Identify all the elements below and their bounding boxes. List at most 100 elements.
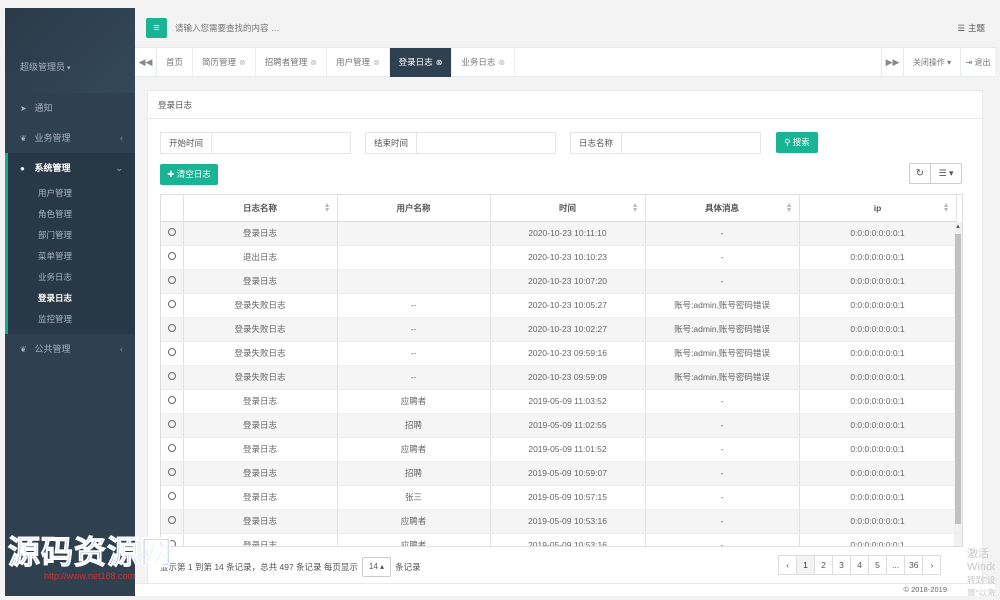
content-panel: 登录日志 开始时间 结束时间 日志名称 ⚲ 搜索 ✚ 清空日志 ↻ ☰ ▾ 日志…: [147, 90, 983, 585]
table-row[interactable]: 登录日志 应聘者 2019-05-09 10:53:16-0:0:0:0:0:0:0…: [161, 533, 957, 546]
scroll-up-icon[interactable]: ▲: [954, 222, 962, 232]
cell-message: -: [645, 509, 800, 534]
page-button[interactable]: ›: [922, 555, 942, 575]
table-row[interactable]: 登录日志 2020-10-23 10:11:10-0:0:0:0:0:0:0:1: [161, 221, 957, 246]
table-row[interactable]: 登录失败日志 -- 2020-10-23 10:05:27 账号:admin,账号密码…: [161, 293, 957, 318]
cell-user-name: 应聘者: [337, 437, 491, 462]
tab-home[interactable]: 首页: [157, 48, 194, 77]
row-radio[interactable]: [167, 444, 176, 452]
sidebar-subitem-departments[interactable]: 部门管理: [8, 225, 135, 246]
columns-toggle-button[interactable]: ☰ ▾: [930, 163, 962, 184]
end-time-input[interactable]: [416, 132, 557, 154]
row-radio[interactable]: [167, 300, 176, 308]
close-circle-icon[interactable]: ⊗: [373, 48, 380, 77]
tab-label: 登录日志: [398, 57, 433, 67]
table-row[interactable]: 登录日志 应聘者 2019-05-09 11:01:52-0:0:0:0:0:0:0…: [161, 437, 957, 462]
table-row[interactable]: 登录日志 2020-10-23 10:07:20-0:0:0:0:0:0:0:1: [161, 269, 957, 294]
tab-login-log[interactable]: 登录日志 ⊗: [389, 48, 453, 77]
table-row[interactable]: 登录日志 应聘者 2019-05-09 10:53:16-0:0:0:0:0:0:0…: [161, 509, 957, 534]
row-radio[interactable]: [167, 228, 176, 236]
sidebar-subitem-roles[interactable]: 角色管理: [8, 204, 135, 225]
cell-user-name: [337, 269, 491, 294]
table-row[interactable]: 登录日志 应聘者 2019-05-09 11:03:52-0:0:0:0:0:0:0…: [161, 389, 957, 414]
sidebar-item-public[interactable]: ❦ 公共管理 ‹: [5, 334, 135, 364]
column-header-label: 用户名称: [396, 202, 431, 213]
scrollbar-thumb[interactable]: [955, 234, 961, 524]
sidebar-subitem-login-log[interactable]: 登录日志: [8, 288, 135, 309]
sidebar-subitem-monitor[interactable]: 监控管理: [8, 309, 135, 330]
table-row[interactable]: 退出日志 2020-10-23 10:10:23-0:0:0:0:0:0:0:1: [161, 245, 957, 270]
start-time-input[interactable]: [211, 132, 352, 154]
log-name-input[interactable]: [621, 132, 762, 154]
page-button[interactable]: ...: [886, 555, 905, 575]
sidebar-subitem-business-log[interactable]: 业务日志: [8, 267, 135, 288]
page-button[interactable]: 2: [814, 555, 833, 575]
sidebar-item-business[interactable]: ❦ 业务管理 ‹: [5, 123, 135, 153]
row-radio[interactable]: [167, 372, 176, 380]
row-radio[interactable]: [167, 348, 176, 356]
column-header-message[interactable]: 具体消息 ▲ ▼: [645, 195, 800, 222]
table-row[interactable]: 登录失败日志 -- 2020-10-23 09:59:16 账号:admin,账号密码…: [161, 341, 957, 366]
tab-business-log[interactable]: 业务日志 ⊗: [452, 48, 516, 77]
table-row[interactable]: 登录失败日志 -- 2020-10-23 09:59:09 账号:admin,账号密码…: [161, 365, 957, 390]
row-radio[interactable]: [167, 420, 176, 428]
sidebar-subitem-users[interactable]: 用户管理: [8, 183, 135, 204]
refresh-icon: ↻: [915, 168, 925, 179]
row-select-cell: [161, 293, 184, 318]
row-radio[interactable]: [167, 252, 176, 260]
row-radio[interactable]: [167, 492, 176, 500]
column-header-log-name[interactable]: 日志名称 ▲ ▼: [183, 195, 338, 222]
user-menu[interactable]: 超级管理员 ▾: [20, 60, 71, 73]
close-circle-icon[interactable]: ⊗: [239, 48, 246, 77]
table-row[interactable]: 登录日志 张三 2019-05-09 10:57:15-0:0:0:0:0:0:0:…: [161, 485, 957, 510]
close-circle-icon[interactable]: ⊗: [310, 48, 317, 77]
tabs-scroll-right-button[interactable]: ▶▶: [881, 48, 903, 77]
page-button[interactable]: 1: [796, 555, 815, 575]
app-frame: 超级管理员 ▾ ➤ 通知 ❦ 业务管理 ‹ ● 系统管理 ⌄ 用户管理 角色管理…: [5, 8, 995, 596]
column-header-label: 具体消息: [704, 202, 739, 213]
sidebar-item-notice[interactable]: ➤ 通知: [5, 93, 135, 123]
row-radio[interactable]: [167, 276, 176, 284]
windows-activation-watermark: 激活 Windows 转到"设置"以激活 Windows。: [967, 548, 995, 596]
tabs-scroll-left-button[interactable]: ◀◀: [135, 48, 157, 77]
row-radio[interactable]: [167, 324, 176, 332]
page-button[interactable]: 4: [850, 555, 869, 575]
menu-toggle-button[interactable]: ≡: [146, 18, 167, 38]
sidebar-subitem-menus[interactable]: 菜单管理: [8, 246, 135, 267]
row-radio[interactable]: [167, 468, 176, 476]
sidebar-item-system[interactable]: ● 系统管理 ⌄: [8, 153, 135, 183]
tab-users[interactable]: 用户管理 ⊗: [327, 48, 390, 77]
log-table-container: 日志名称 ▲ ▼ 用户名称 时间 ▲ ▼ 具体消息 ▲ ▼ ip ▲ ▼ 登录日志 2020-10…: [160, 194, 963, 547]
page-button[interactable]: 36: [904, 555, 924, 575]
global-search-input[interactable]: [175, 18, 435, 38]
cell-message: -: [645, 389, 800, 414]
tab-recruiter[interactable]: 招聘者管理 ⊗: [256, 48, 327, 77]
theme-button[interactable]: ☰ 主题: [957, 22, 985, 34]
close-circle-icon[interactable]: ⊗: [498, 48, 505, 77]
table-row[interactable]: 登录日志 招聘 2019-05-09 11:02:55-0:0:0:0:0:0:0:…: [161, 413, 957, 438]
column-header-ip[interactable]: ip ▲ ▼: [799, 195, 957, 222]
close-tabs-dropdown[interactable]: 关闭操作 ▾: [903, 48, 960, 77]
page-button[interactable]: 5: [868, 555, 887, 575]
tab-label: 用户管理: [335, 57, 370, 67]
table-row[interactable]: 登录日志 招聘 2019-05-09 10:59:07-0:0:0:0:0:0:0:…: [161, 461, 957, 486]
table-row[interactable]: 登录失败日志 -- 2020-10-23 10:02:27 账号:admin,账号密码…: [161, 317, 957, 342]
row-radio[interactable]: [167, 516, 176, 524]
cell-ip: 0:0:0:0:0:0:0:1: [799, 461, 957, 486]
page-button[interactable]: 3: [832, 555, 851, 575]
cell-message: -: [645, 437, 800, 462]
cell-user-name: [337, 221, 491, 246]
page-size-dropdown[interactable]: 14 ▴: [361, 557, 392, 577]
cell-ip: 0:0:0:0:0:0:0:1: [799, 509, 957, 534]
row-radio[interactable]: [167, 396, 176, 404]
search-button[interactable]: ⚲ 搜索: [776, 132, 818, 153]
refresh-button[interactable]: ↻: [909, 163, 931, 184]
page-button[interactable]: ‹: [778, 555, 797, 575]
clear-log-button[interactable]: ✚ 清空日志: [160, 164, 218, 185]
table-scrollbar[interactable]: ▲: [954, 222, 962, 546]
column-header-time[interactable]: 时间 ▲ ▼: [490, 195, 646, 222]
end-time-label: 结束时间: [365, 132, 417, 154]
logout-button[interactable]: ⇥ 退出: [960, 48, 995, 77]
tab-resume[interactable]: 简历管理 ⊗: [193, 48, 256, 77]
close-circle-icon[interactable]: ⊗: [436, 48, 443, 77]
